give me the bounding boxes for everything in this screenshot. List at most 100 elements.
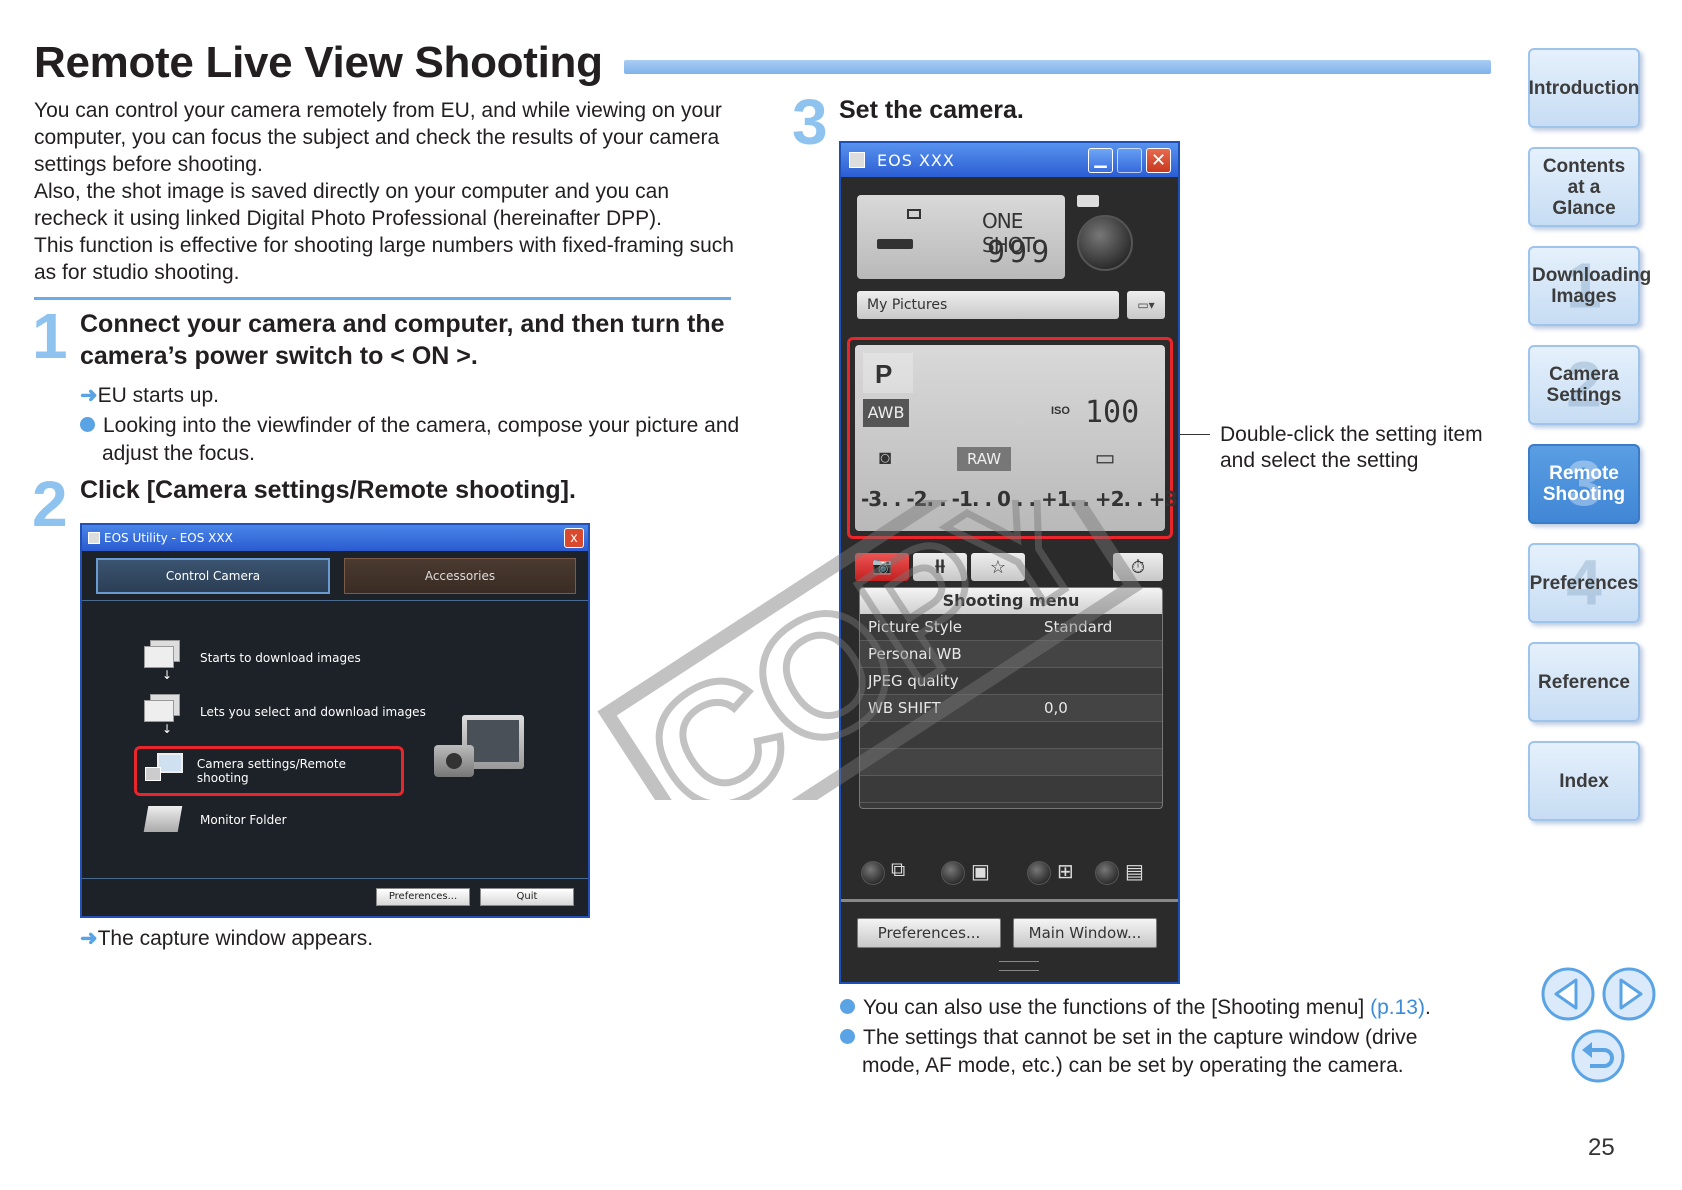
menu-row-value: Standard xyxy=(1044,618,1113,636)
tab-star-icon[interactable]: ☆ xyxy=(971,553,1025,581)
exposure-scale[interactable]: -3. . -2. . -1. . 0 . . +1. . +2. . +3 xyxy=(861,487,1178,511)
step-bullet-text: The settings that cannot be set in the c… xyxy=(862,1026,1418,1077)
maximize-icon[interactable] xyxy=(1117,148,1142,173)
menu-row-empty xyxy=(860,749,1162,776)
menu-row-label: Personal WB xyxy=(868,645,962,663)
menu-item-monitor-folder[interactable]: Monitor Folder xyxy=(142,800,287,840)
menu-item-download[interactable]: ↓ Starts to download images xyxy=(142,638,361,682)
minimize-icon[interactable]: ▁ xyxy=(1088,148,1113,173)
return-icon[interactable] xyxy=(1570,1028,1626,1084)
folder-browse-icon[interactable]: ▭▾ xyxy=(1127,291,1165,319)
menu-row-wb-shift[interactable]: WB SHIFT 0,0 xyxy=(860,695,1162,722)
nav-label: Contents at a Glance xyxy=(1542,155,1626,219)
intro-text: You can control your camera remotely fro… xyxy=(34,97,734,286)
page-number: 25 xyxy=(1588,1134,1615,1161)
nav-contents[interactable]: Contents at a Glance xyxy=(1528,147,1640,227)
iso-label: ISO xyxy=(1051,405,1070,417)
tab-camera-icon[interactable]: 📷 xyxy=(855,553,909,581)
section-divider xyxy=(34,297,731,300)
camera-settings-icon xyxy=(143,751,183,791)
download-images-icon: ↓ xyxy=(142,638,186,682)
window-title: EOS XXX xyxy=(877,150,955,170)
nav-introduction[interactable]: Introduction xyxy=(1528,48,1640,128)
sensor-icon[interactable]: ⊞ xyxy=(1057,859,1074,884)
step-bullet-text: . xyxy=(1424,996,1431,1019)
shutter-button[interactable] xyxy=(1077,215,1133,271)
intro-paragraph: You can control your camera remotely fro… xyxy=(34,99,722,176)
iso-value[interactable]: 100 xyxy=(1085,395,1139,430)
next-page-icon[interactable] xyxy=(1601,966,1657,1022)
menu-row-label: JPEG quality xyxy=(868,672,959,690)
resize-grip-icon[interactable] xyxy=(999,961,1039,971)
function-button[interactable] xyxy=(1095,861,1119,885)
nav-index[interactable]: Index xyxy=(1528,741,1640,821)
function-button[interactable] xyxy=(941,861,965,885)
nav-remote-shooting[interactable]: 3 Remote Shooting xyxy=(1528,444,1640,524)
camera-monitor-illustration xyxy=(434,715,529,805)
menu-item-camera-settings[interactable]: Camera settings/Remote shooting xyxy=(134,746,404,796)
menu-row-empty xyxy=(860,776,1162,803)
title-rule xyxy=(624,60,1491,74)
bullet-icon xyxy=(840,1028,855,1044)
function-button[interactable] xyxy=(861,861,885,885)
shutter-indicator xyxy=(1077,195,1099,207)
main-window-button[interactable]: Main Window... xyxy=(1013,918,1157,948)
nav-camera-settings[interactable]: 2 Camera Settings xyxy=(1528,345,1640,425)
close-icon[interactable]: x xyxy=(564,528,584,548)
metering-icon[interactable]: ◙ xyxy=(863,441,907,475)
image-quality[interactable]: RAW xyxy=(957,447,1011,471)
shooting-mode[interactable]: P xyxy=(863,353,913,393)
callout-line xyxy=(1180,434,1210,435)
test-shot-icon[interactable]: ▣ xyxy=(971,859,990,884)
previous-page-icon[interactable] xyxy=(1540,966,1596,1022)
tab-accessories[interactable]: Accessories xyxy=(344,558,576,594)
step-bullet: The settings that cannot be set in the c… xyxy=(840,1024,1480,1080)
timer-icon[interactable]: ⏱ xyxy=(1113,553,1163,581)
divider xyxy=(841,899,1178,902)
preferences-button[interactable]: Preferences... xyxy=(376,888,470,906)
divider xyxy=(82,600,588,601)
menu-row-personal-wb[interactable]: Personal WB xyxy=(860,641,1162,668)
menu-row-value: 0,0 xyxy=(1044,699,1068,717)
menu-row-label: Picture Style xyxy=(868,618,963,636)
window-titlebar: EOS Utility - EOS XXX xyxy=(82,525,588,551)
eos-utility-window: EOS Utility - EOS XXX x Control Camera A… xyxy=(80,523,590,918)
nav-reference[interactable]: Reference xyxy=(1528,642,1640,722)
nav-label: Downloading Images xyxy=(1532,265,1652,307)
bullet-icon xyxy=(840,998,855,1014)
nav-downloading[interactable]: 1 Downloading Images xyxy=(1528,246,1652,326)
nav-preferences[interactable]: 4 Preferences xyxy=(1528,543,1640,623)
tab-control-camera[interactable]: Control Camera xyxy=(96,558,330,594)
folder-field[interactable]: My Pictures xyxy=(857,291,1119,319)
tab-settings-icon[interactable]: ƚƚ xyxy=(913,553,967,581)
white-balance[interactable]: AWB xyxy=(863,399,909,427)
computer-icon: ▭ xyxy=(1094,445,1116,470)
step-number: 1 xyxy=(32,300,68,372)
menu-row-picture-style[interactable]: Picture Style Standard xyxy=(860,614,1162,641)
step-bullet-text: You can also use the functions of the [S… xyxy=(863,996,1371,1019)
camera-icon xyxy=(849,152,865,168)
menu-item-label: Monitor Folder xyxy=(200,813,287,827)
callout-text: Double-click the setting item and select… xyxy=(1220,423,1483,472)
step-result-text: The capture window appears. xyxy=(97,927,374,950)
page-title: Remote Live View Shooting xyxy=(34,38,603,87)
quit-button[interactable]: Quit xyxy=(480,888,574,906)
step-result: ➜EU starts up. xyxy=(80,382,740,410)
menu-item-label: Starts to download images xyxy=(200,651,361,665)
step-heading: Connect your camera and computer, and th… xyxy=(80,310,725,370)
menu-row-label: WB SHIFT xyxy=(868,699,941,717)
menu-row-jpeg-quality[interactable]: JPEG quality xyxy=(860,668,1162,695)
menu-item-select-download[interactable]: ↓ Lets you select and download images xyxy=(142,692,426,736)
page-link[interactable]: (p.13) xyxy=(1370,996,1425,1019)
select-download-icon: ↓ xyxy=(142,692,186,736)
function-button[interactable] xyxy=(1027,861,1051,885)
step-result-text: EU starts up. xyxy=(97,384,219,407)
menu-item-label: Camera settings/Remote shooting xyxy=(196,757,346,785)
preferences-button[interactable]: Preferences... xyxy=(857,918,1001,948)
screen-icon[interactable]: ▤ xyxy=(1125,859,1144,884)
close-icon[interactable]: ✕ xyxy=(1146,148,1171,173)
step-bullet-text: Looking into the viewfinder of the camer… xyxy=(102,414,740,465)
live-view-icon[interactable]: ⧉ xyxy=(891,859,905,882)
divider xyxy=(82,878,588,879)
battery-icon xyxy=(907,209,921,219)
